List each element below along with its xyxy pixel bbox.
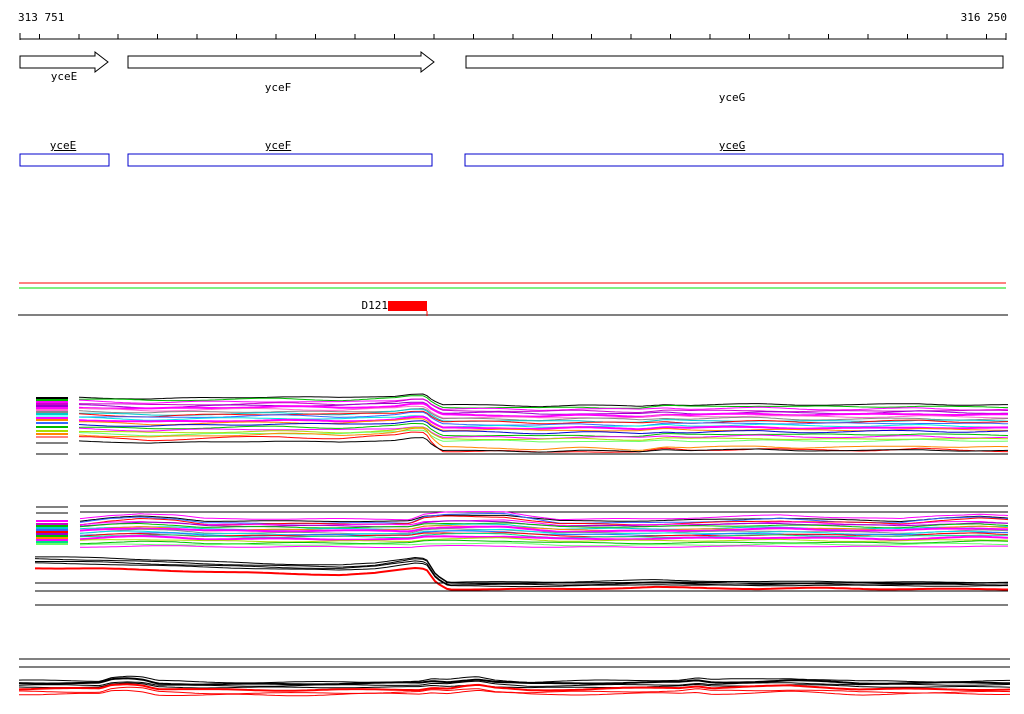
gene-arrow-yceF[interactable] — [127, 50, 435, 74]
cds-box-label-yceF: yceF — [264, 139, 292, 152]
signal-track-2-series — [79, 511, 1009, 521]
signal-track-4-series — [18, 677, 1011, 686]
probe-label-D121: D121 — [361, 299, 389, 312]
gene-box-yceG[interactable] — [465, 55, 1004, 69]
signal-track-4-series — [19, 689, 1010, 697]
position-label-end: 316 250 — [960, 11, 1007, 24]
cds-box-label-yceG: yceG — [718, 139, 746, 152]
gene-arrow-label-yceG: yceG — [718, 91, 746, 104]
cds-box-label-yceE: yceE — [49, 139, 77, 152]
gene-arrow-label-yceF: yceF — [264, 81, 292, 94]
browser-canvas — [18, 33, 1011, 697]
probe-D121[interactable] — [388, 301, 427, 311]
signal-track-3-series — [35, 556, 1008, 584]
signal-track-2-series — [80, 545, 1008, 548]
gene-arrow-yceE[interactable] — [19, 50, 109, 74]
gene-arrow-label-yceE: yceE — [50, 70, 78, 83]
cds-box-yceG[interactable] — [464, 153, 1004, 167]
genome-browser-view: 313 751 316 250 yceE yceF yceG yceE yceF… — [0, 0, 1024, 714]
position-label-start: 313 751 — [18, 11, 65, 24]
cds-box-yceE[interactable] — [19, 153, 110, 167]
cds-box-yceF[interactable] — [127, 153, 433, 167]
